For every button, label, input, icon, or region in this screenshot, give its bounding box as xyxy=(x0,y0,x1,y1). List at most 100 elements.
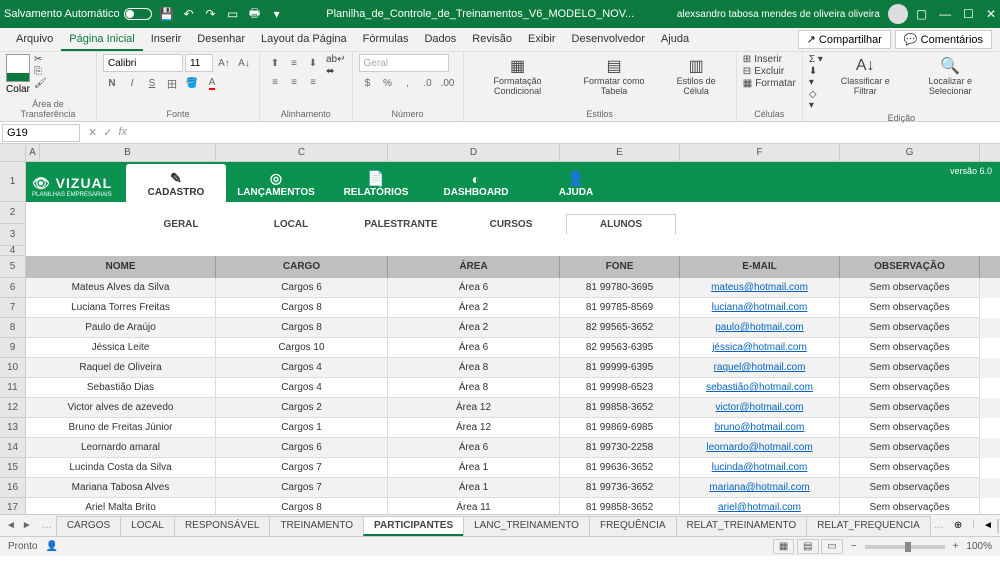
nav-lancamentos[interactable]: ◎LANÇAMENTOS xyxy=(226,170,326,202)
zoom-slider[interactable] xyxy=(865,545,945,549)
cell-fone[interactable]: 82 99563-6395 xyxy=(560,338,680,358)
cell-cargo[interactable]: Cargos 8 xyxy=(216,298,388,318)
sheet-next-icon[interactable]: ► xyxy=(22,520,32,531)
ribbon-tab[interactable]: Layout da Página xyxy=(253,29,355,51)
cell-area[interactable]: Área 8 xyxy=(388,378,560,398)
ribbon-tab[interactable]: Arquivo xyxy=(8,29,61,51)
underline-icon[interactable]: S xyxy=(143,74,161,92)
sheet-tab[interactable]: RELAT_TREINAMENTO xyxy=(676,516,808,536)
number-format-select[interactable] xyxy=(359,54,449,72)
cell-obs[interactable]: Sem observações xyxy=(840,378,980,398)
table-row[interactable]: Sebastião DiasCargos 4Área 881 99998-652… xyxy=(26,378,1000,398)
cell-email[interactable]: raquel@hotmail.com xyxy=(680,358,840,378)
table-row[interactable]: Leornardo amaralCargos 6Área 681 99730-2… xyxy=(26,438,1000,458)
cell-fone[interactable]: 81 99730-2258 xyxy=(560,438,680,458)
row-header[interactable]: 16 xyxy=(0,478,26,498)
subnav-local[interactable]: LOCAL xyxy=(236,215,346,234)
cell-obs[interactable]: Sem observações xyxy=(840,338,980,358)
cell-cargo[interactable]: Cargos 6 xyxy=(216,438,388,458)
cell-nome[interactable]: Lucinda Costa da Silva xyxy=(26,458,216,478)
sheet-prev-icon[interactable]: ◄ xyxy=(6,520,16,531)
row-header[interactable]: 2 xyxy=(0,202,26,224)
clear-icon[interactable]: ◇ ▾ xyxy=(809,89,824,111)
format-cells-button[interactable]: ▦ Formatar xyxy=(743,78,796,89)
zoom-in-icon[interactable]: + xyxy=(953,541,959,552)
cell-fone[interactable]: 81 99858-3652 xyxy=(560,398,680,418)
cell-email[interactable]: mariana@hotmail.com xyxy=(680,478,840,498)
table-row[interactable]: Bruno de Freitas JúniorCargos 1Área 1281… xyxy=(26,418,1000,438)
accessibility-icon[interactable]: 👤 xyxy=(45,541,57,552)
increase-decimal-icon[interactable]: .0 xyxy=(419,74,437,92)
merge-icon[interactable]: ⬌ xyxy=(326,66,346,77)
cell-email[interactable]: sebastião@hotmail.com xyxy=(680,378,840,398)
border-icon[interactable]: 田 xyxy=(163,74,181,92)
share-button[interactable]: ↗ Compartilhar xyxy=(798,30,891,49)
zoom-level[interactable]: 100% xyxy=(966,541,992,552)
sort-filter-button[interactable]: A↓Classificar e Filtrar xyxy=(828,54,902,98)
col-header[interactable]: C xyxy=(216,144,388,161)
row-header[interactable]: 8 xyxy=(0,318,26,338)
toggle-switch-icon[interactable] xyxy=(124,8,152,20)
formula-input[interactable] xyxy=(133,125,1000,141)
cell-cargo[interactable]: Cargos 4 xyxy=(216,378,388,398)
print-icon[interactable]: 🖶 xyxy=(248,7,262,21)
subnav-cursos[interactable]: CURSOS xyxy=(456,215,566,234)
cell-nome[interactable]: Ariel Malta Brito xyxy=(26,498,216,514)
row-header[interactable]: 12 xyxy=(0,398,26,418)
page-break-view-icon[interactable]: ▭ xyxy=(821,539,842,554)
grow-font-icon[interactable]: A↑ xyxy=(215,54,233,72)
cell-area[interactable]: Área 11 xyxy=(388,498,560,514)
cell-nome[interactable]: Raquel de Oliveira xyxy=(26,358,216,378)
format-as-table-button[interactable]: ▤Formatar como Tabela xyxy=(570,54,659,98)
table-row[interactable]: Luciana Torres FreitasCargos 8Área 281 9… xyxy=(26,298,1000,318)
ribbon-tab[interactable]: Dados xyxy=(416,29,464,51)
fill-color-icon[interactable]: 🪣 xyxy=(183,74,201,92)
cell-email[interactable]: jéssica@hotmail.com xyxy=(680,338,840,358)
sheet-tab[interactable]: LANC_TREINAMENTO xyxy=(463,516,590,536)
sheet-tab[interactable]: PARTICIPANTES xyxy=(363,516,464,536)
paste-button[interactable]: Colar xyxy=(6,54,30,95)
percent-icon[interactable]: % xyxy=(379,74,397,92)
new-sheet-icon[interactable]: ⊕ xyxy=(948,520,968,531)
sheet-tab[interactable]: LOCAL xyxy=(120,516,175,536)
cell-nome[interactable]: Sebastião Dias xyxy=(26,378,216,398)
cell-cargo[interactable]: Cargos 7 xyxy=(216,478,388,498)
subnav-alunos[interactable]: ALUNOS xyxy=(566,214,676,234)
cell-nome[interactable]: Mariana Tabosa Alves xyxy=(26,478,216,498)
cell-fone[interactable]: 82 99565-3652 xyxy=(560,318,680,338)
autosum-icon[interactable]: Σ ▾ xyxy=(809,54,824,65)
row-header[interactable]: 10 xyxy=(0,358,26,378)
ribbon-tab[interactable]: Desenvolvedor xyxy=(564,29,653,51)
cell-email[interactable]: lucinda@hotmail.com xyxy=(680,458,840,478)
ribbon-tab[interactable]: Página Inicial xyxy=(61,29,142,51)
cell-cargo[interactable]: Cargos 4 xyxy=(216,358,388,378)
cell-nome[interactable]: Victor alves de azevedo xyxy=(26,398,216,418)
wrap-text-icon[interactable]: ab↵ xyxy=(326,54,346,65)
autosave-toggle[interactable]: Salvamento Automático xyxy=(4,8,152,20)
cell-obs[interactable]: Sem observações xyxy=(840,478,980,498)
cell-cargo[interactable]: Cargos 7 xyxy=(216,458,388,478)
font-color-icon[interactable]: A xyxy=(203,74,221,92)
cell-email[interactable]: luciana@hotmail.com xyxy=(680,298,840,318)
cell-area[interactable]: Área 12 xyxy=(388,398,560,418)
sheet-scroll-left-icon[interactable]: ◄ xyxy=(979,520,997,531)
col-header[interactable]: G xyxy=(840,144,980,161)
cell-fone[interactable]: 81 99998-6523 xyxy=(560,378,680,398)
cell-email[interactable]: leornardo@hotmail.com xyxy=(680,438,840,458)
cell-obs[interactable]: Sem observações xyxy=(840,278,980,298)
ribbon-tab[interactable]: Fórmulas xyxy=(355,29,417,51)
select-all-corner[interactable] xyxy=(0,144,26,162)
cell-obs[interactable]: Sem observações xyxy=(840,438,980,458)
col-header[interactable]: B xyxy=(40,144,216,161)
row-header[interactable]: 9 xyxy=(0,338,26,358)
table-row[interactable]: Ariel Malta BritoCargos 8Área 1181 99858… xyxy=(26,498,1000,514)
avatar[interactable] xyxy=(888,4,908,24)
row-header[interactable]: 1 xyxy=(0,162,26,202)
cell-obs[interactable]: Sem observações xyxy=(840,498,980,514)
sheet-tab[interactable]: TREINAMENTO xyxy=(269,516,364,536)
qat-dropdown-icon[interactable]: ▾ xyxy=(270,7,284,21)
italic-icon[interactable]: I xyxy=(123,74,141,92)
cell-cargo[interactable]: Cargos 1 xyxy=(216,418,388,438)
decrease-decimal-icon[interactable]: .00 xyxy=(439,74,457,92)
table-row[interactable]: Victor alves de azevedoCargos 2Área 1281… xyxy=(26,398,1000,418)
